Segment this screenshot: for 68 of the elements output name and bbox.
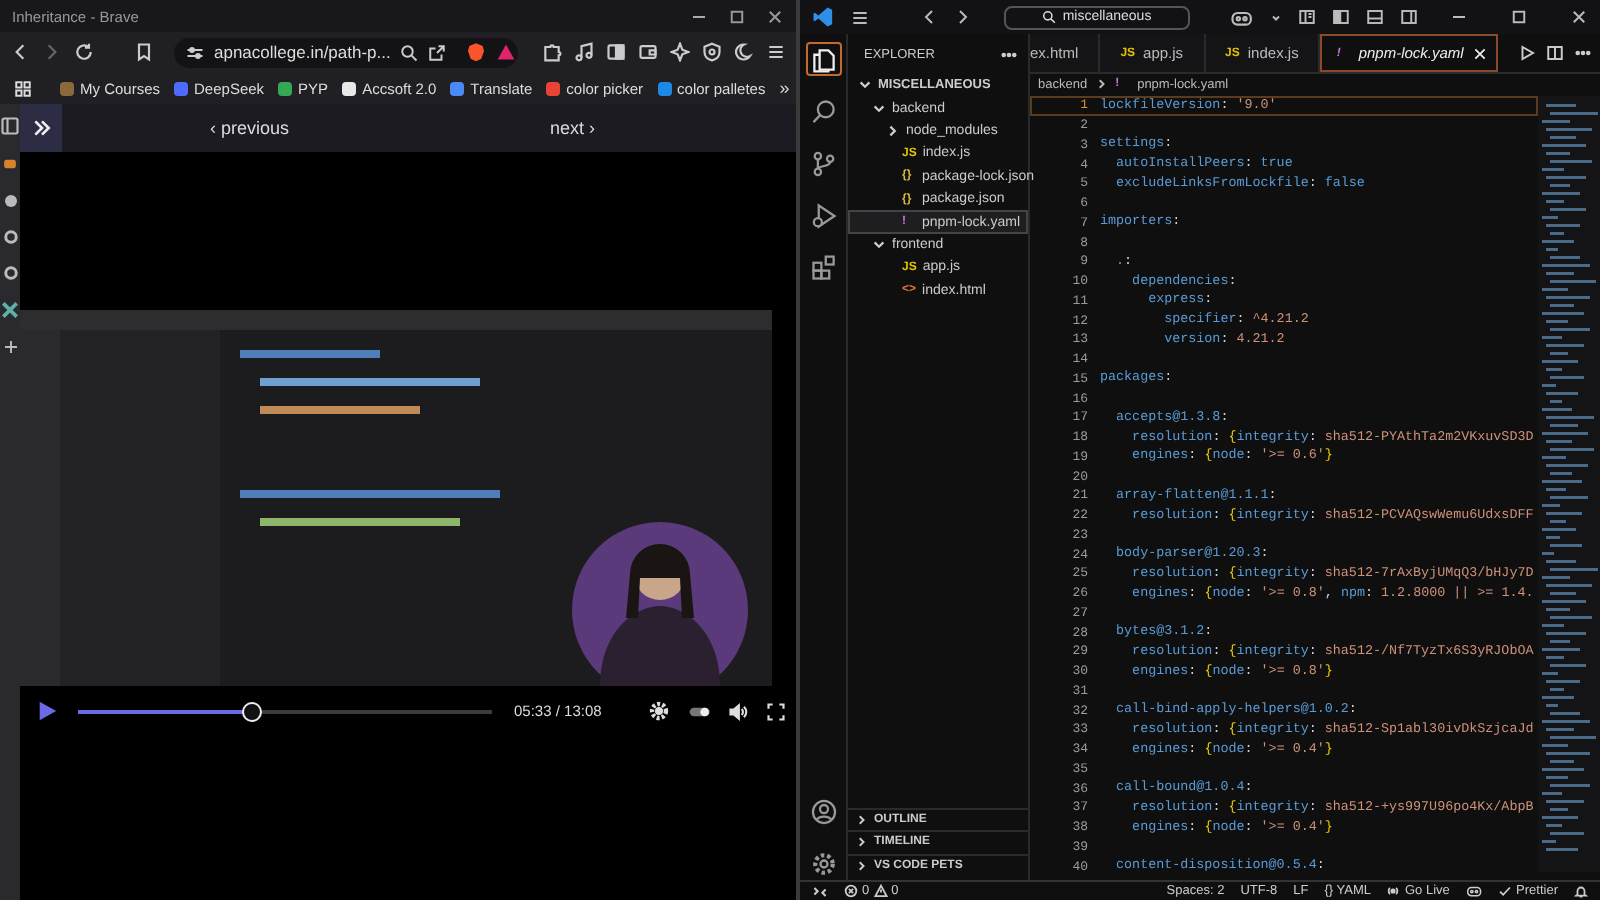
extensions-icon[interactable] [809,253,837,281]
panel-right-icon[interactable] [1399,8,1418,26]
forward-icon[interactable] [953,8,972,26]
shield-icon[interactable] [702,42,722,62]
volume-icon[interactable] [728,701,749,721]
sidebar-toggle-icon[interactable] [0,116,20,136]
minimap[interactable] [1538,96,1600,872]
expand-button[interactable] [20,104,62,152]
panel-left-icon[interactable] [1331,8,1350,26]
search-icon [1042,10,1057,24]
menu-icon[interactable] [850,7,870,27]
editor-logo-icon [812,6,834,28]
close-icon[interactable] [766,7,784,25]
broadcast-icon[interactable] [1386,884,1401,898]
check-icon[interactable] [1498,884,1513,898]
fullscreen-icon[interactable] [766,701,787,721]
panel-bottom-icon[interactable] [1365,8,1384,26]
robot-icon[interactable] [1465,884,1483,898]
maximize-icon[interactable] [1509,8,1528,26]
dot-icon[interactable] [1,192,19,210]
zoom-icon[interactable] [400,43,419,61]
split-editor-icon[interactable] [1546,44,1564,62]
url-text: apnacollege.in/path-p... [214,42,391,62]
music-note-icon[interactable] [574,42,594,62]
progress-handle[interactable] [241,701,262,721]
caret-icon[interactable] [1269,11,1282,23]
sparkle-icon[interactable] [670,42,690,62]
error-icon [844,884,858,898]
shield-logo-icon[interactable] [466,42,487,62]
share-icon[interactable] [428,43,447,61]
remote-icon[interactable] [812,883,828,899]
settings-icon[interactable] [809,849,837,877]
files-icon[interactable] [809,45,837,73]
double-chevron-icon [31,118,51,138]
triangle-icon[interactable] [496,42,517,62]
run-icon[interactable] [1518,44,1536,62]
close-icon[interactable] [1569,8,1588,26]
play-icon[interactable] [36,700,58,722]
menu-icon[interactable] [766,42,786,62]
chevron-down-icon [872,237,886,252]
account-icon[interactable] [809,797,837,825]
bookmark-icon[interactable] [134,42,154,62]
extensions-icon[interactable] [542,42,562,62]
previous-link[interactable]: ‹ previous [210,118,290,138]
layout-icon[interactable] [1297,8,1316,26]
add-icon[interactable] [1,338,19,356]
chevron-right-icon [886,123,900,138]
crescent-icon[interactable] [734,42,754,62]
chevron-right-icon [1095,78,1108,90]
search-icon[interactable] [809,97,837,125]
warning-icon [873,884,888,898]
robot-icon[interactable] [1230,7,1254,27]
next-link[interactable]: next › [549,118,595,138]
cross-icon[interactable] [0,300,20,320]
back-icon[interactable] [919,8,938,26]
reload-icon[interactable] [74,42,94,62]
apps-grid-icon[interactable] [14,79,32,97]
rounded-square-icon[interactable] [0,154,20,174]
bell-icon[interactable] [1574,884,1588,898]
maximize-icon[interactable] [728,7,746,25]
run-debug-icon[interactable] [809,201,837,229]
more-bookmarks-button[interactable]: » [779,78,790,98]
back-icon[interactable] [10,42,30,62]
site-settings-icon[interactable] [186,43,204,61]
address-bar[interactable]: apnacollege.in/path-p... [174,37,518,67]
wallet-icon[interactable] [638,42,658,62]
sidebar-icon[interactable] [606,42,626,62]
source-control-icon[interactable] [809,149,837,177]
